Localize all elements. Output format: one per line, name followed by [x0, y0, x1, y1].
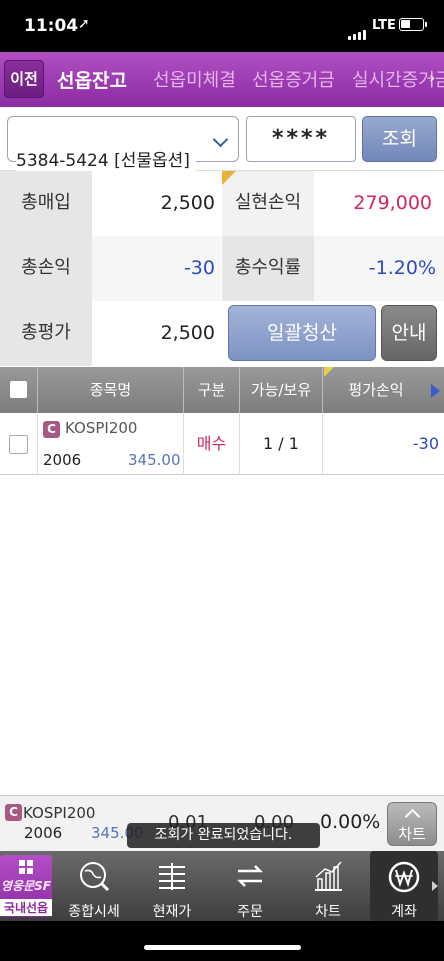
- col-eval-pl[interactable]: 평가손익: [323, 367, 429, 413]
- back-button[interactable]: 이전: [4, 60, 44, 98]
- scroll-right-icon[interactable]: [431, 384, 440, 398]
- ticker-name: KOSPI200: [23, 804, 96, 822]
- ticker-month: 2006: [24, 824, 63, 842]
- chart-icon: [315, 861, 342, 891]
- nav-account-label: 계좌: [391, 904, 417, 920]
- signal-icon: [348, 21, 368, 40]
- total-pl-value: -30: [92, 236, 221, 301]
- grid-icon: [19, 860, 33, 874]
- chart-button[interactable]: 차트: [387, 802, 437, 846]
- row-item-cell: C KOSPI200 2006 345.00: [38, 413, 184, 475]
- price-bars-icon: [159, 863, 185, 890]
- row-position: 1 / 1: [263, 434, 299, 453]
- total-pl-label: 총손익: [0, 236, 92, 301]
- order-arrows-icon: [236, 865, 264, 887]
- tab-futures-margin[interactable]: 선옵증거금: [252, 66, 335, 92]
- chart-button-label: 차트: [398, 825, 426, 843]
- row-item-month: 2006: [43, 451, 82, 469]
- row-side-cell: 매수: [184, 413, 240, 475]
- won-icon: [388, 861, 420, 893]
- chevron-right-icon[interactable]: ›: [429, 68, 435, 87]
- realized-pl-value: 279,000: [314, 171, 444, 236]
- network-label: LTE: [372, 18, 396, 33]
- password-input[interactable]: ****: [246, 116, 356, 162]
- account-select[interactable]: 5384-5424 [선물옵션]: [7, 116, 239, 193]
- home-indicator-area: [0, 921, 444, 961]
- tab-header: 이전 선옵잔고 선옵미체결 선옵증거금 실시간증거금 ›: [0, 52, 444, 107]
- row-position-cell: 1 / 1: [240, 413, 323, 475]
- nav-market-overview[interactable]: 종합시세: [56, 851, 132, 921]
- header-check-cell: [0, 367, 38, 413]
- summary-grid: 총매입 2,500 실현손익 279,000 총손익 -30 총수익률 -1.2…: [0, 171, 444, 366]
- ticker-call-badge: C: [5, 804, 22, 821]
- total-eval-label: 총평가: [0, 301, 92, 366]
- bottom-nav: 영웅문SF 국내선옵 종합시세 현재가 주문 차트 계좌: [0, 851, 444, 921]
- table-header: 종목명 구분 가능/보유 평가손익: [0, 367, 444, 413]
- nav-current-price-label: 현재가: [152, 904, 192, 920]
- location-arrow-icon: ➚: [78, 16, 90, 32]
- app-logo: 영웅문SF: [1, 879, 51, 893]
- status-bar: 11:04 ➚ LTE: [0, 0, 444, 52]
- call-badge: C: [43, 421, 60, 438]
- total-buy-value: 2,500: [92, 171, 221, 236]
- guide-button[interactable]: 안내: [381, 305, 437, 361]
- chevron-down-icon: [212, 131, 229, 148]
- row-eval-cell: -30: [323, 413, 444, 475]
- nav-order-label: 주문: [237, 904, 263, 920]
- query-button[interactable]: 조회: [362, 116, 437, 162]
- total-buy-label: 총매입: [0, 171, 92, 236]
- total-return-value: -1.20%: [314, 236, 444, 301]
- liquidate-all-button[interactable]: 일괄청산: [228, 305, 376, 361]
- nav-account[interactable]: 계좌: [370, 851, 438, 921]
- toast-message: 조회가 완료되었습니다.: [127, 823, 320, 848]
- nav-home-futures[interactable]: 영웅문SF 국내선옵: [0, 855, 52, 917]
- row-eval-pl: -30: [412, 434, 439, 453]
- col-item-name[interactable]: 종목명: [38, 367, 184, 413]
- globe-search-icon: [80, 862, 110, 892]
- nav-chart-label: 차트: [315, 904, 341, 920]
- tab-futures-unfilled[interactable]: 선옵미체결: [153, 66, 236, 92]
- nav-chart[interactable]: 차트: [290, 851, 366, 921]
- battery-icon: [399, 18, 427, 31]
- status-time: 11:04: [24, 16, 79, 36]
- select-all-checkbox[interactable]: [10, 381, 27, 398]
- row-item-price: 345.00: [128, 451, 181, 469]
- header-marker-triangle: [324, 367, 334, 377]
- total-return-label: 총수익률: [222, 236, 314, 301]
- nav-order[interactable]: 주문: [212, 851, 288, 921]
- col-side[interactable]: 구분: [184, 367, 240, 413]
- chevron-up-icon: [404, 808, 421, 825]
- marker-triangle: [222, 171, 236, 185]
- home-indicator[interactable]: [144, 945, 301, 950]
- table-row[interactable]: C KOSPI200 2006 345.00 매수 1 / 1 -30: [0, 413, 444, 475]
- row-item-name-text: KOSPI200: [65, 419, 138, 437]
- nav-current-price[interactable]: 현재가: [134, 851, 210, 921]
- nav-market-overview-label: 종합시세: [68, 904, 120, 920]
- nav-home-label: 국내선옵: [0, 899, 52, 916]
- row-item-name: C KOSPI200: [43, 419, 137, 438]
- row-check-cell: [0, 413, 38, 475]
- nav-more-icon[interactable]: [432, 881, 438, 891]
- ticker-rate: 0.00%: [320, 811, 381, 833]
- account-row: 5384-5424 [선물옵션] **** 조회: [0, 107, 444, 193]
- total-eval-value: 2,500: [92, 301, 221, 366]
- col-position[interactable]: 가능/보유: [240, 367, 323, 413]
- row-side: 매수: [196, 434, 227, 453]
- row-checkbox[interactable]: [9, 435, 28, 454]
- tab-futures-balance[interactable]: 선옵잔고: [57, 66, 127, 93]
